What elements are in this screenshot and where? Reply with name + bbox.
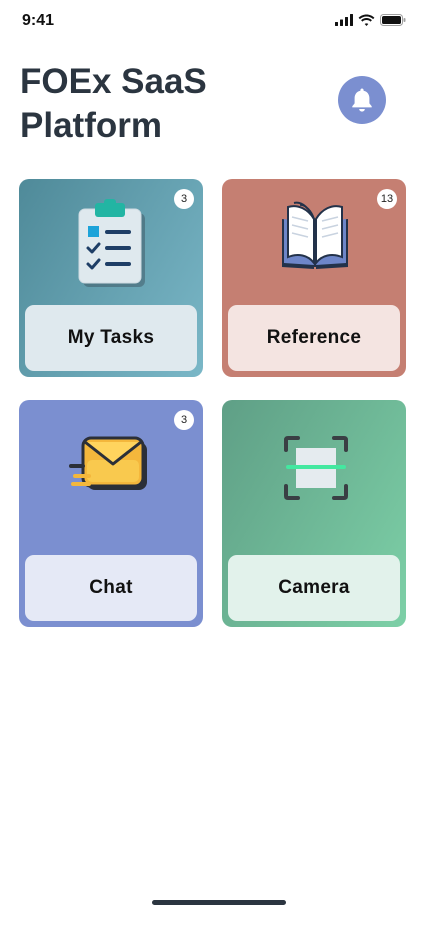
tasks-count-badge: 3 <box>174 189 194 209</box>
bell-icon <box>352 88 372 112</box>
reference-count-badge: 13 <box>377 189 397 209</box>
camera-label: Camera <box>228 555 400 621</box>
chat-card[interactable]: 3 Chat <box>19 400 203 627</box>
status-icons <box>335 14 406 26</box>
camera-card[interactable]: Camera <box>222 400 406 627</box>
chat-label: Chat <box>25 555 197 621</box>
home-indicator[interactable] <box>152 900 286 905</box>
status-time: 9:41 <box>22 12 55 29</box>
envelope-icon <box>69 436 147 490</box>
reference-card[interactable]: 13 Reference <box>222 179 406 377</box>
open-book-icon <box>282 201 348 269</box>
scan-frame-icon <box>284 436 348 500</box>
status-bar: 9:41 <box>0 0 428 44</box>
page-title: FOEx SaaS Platform <box>20 62 207 145</box>
notification-button[interactable] <box>338 76 386 124</box>
my-tasks-card[interactable]: 3 My Tasks <box>19 179 203 377</box>
reference-label: Reference <box>228 305 400 371</box>
clipboard-checklist-icon <box>78 199 145 287</box>
chat-count-badge: 3 <box>174 410 194 430</box>
my-tasks-label: My Tasks <box>25 305 197 371</box>
battery-icon <box>380 14 406 26</box>
signal-icon <box>335 14 353 26</box>
wifi-icon <box>358 14 375 26</box>
